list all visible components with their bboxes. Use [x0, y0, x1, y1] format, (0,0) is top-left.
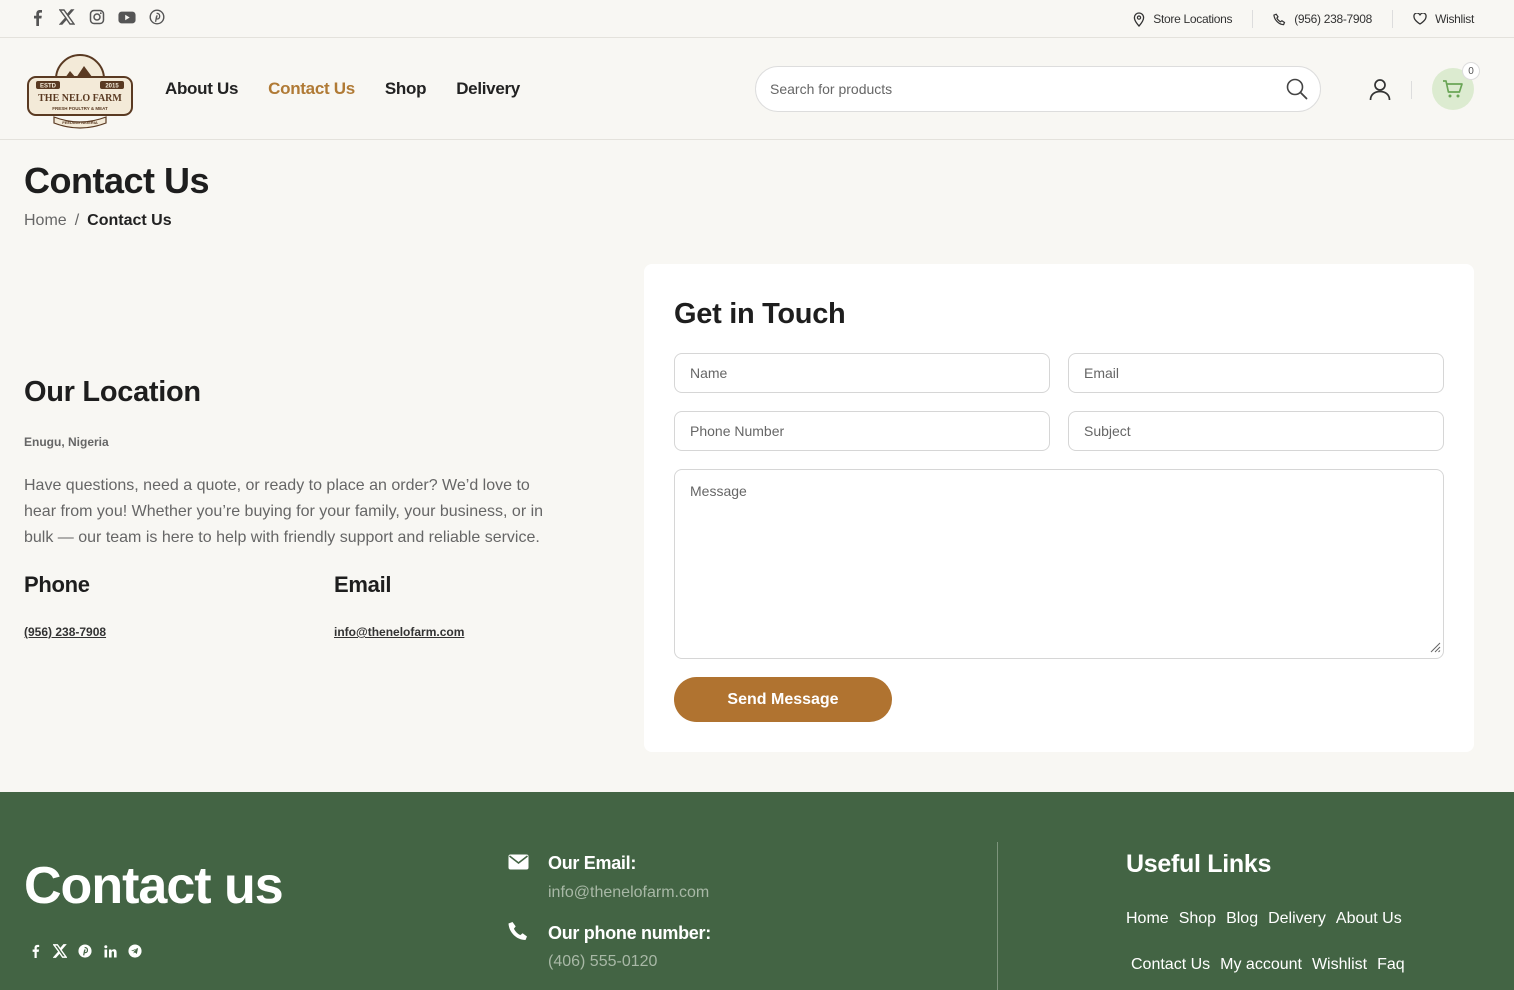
pinterest-icon[interactable] — [77, 943, 93, 959]
search-icon[interactable] — [1286, 78, 1308, 105]
nav-contact-us[interactable]: Contact Us — [268, 79, 355, 99]
message-placeholder: Message — [690, 483, 747, 499]
logo-name: THE NELO FARM — [38, 93, 122, 104]
location-description: Have questions, need a quote, or ready t… — [24, 477, 544, 546]
envelope-icon — [508, 854, 529, 875]
name-placeholder: Name — [690, 365, 728, 381]
store-locations-label: Store Locations — [1153, 12, 1233, 26]
phone-icon — [508, 921, 529, 947]
nav-shop[interactable]: Shop — [385, 79, 427, 99]
email-link[interactable]: info@thenelofarm.com — [334, 625, 464, 639]
cart-icon — [1443, 80, 1463, 98]
footer-phone-label: Our phone number: — [548, 923, 711, 943]
cart-count-badge: 0 — [1462, 62, 1480, 80]
breadcrumb-home[interactable]: Home — [24, 212, 67, 230]
name-field[interactable]: Name — [674, 353, 1050, 393]
email-placeholder: Email — [1084, 365, 1120, 381]
location-title: Our Location — [24, 376, 201, 408]
top-bar: Store Locations (956) 238-7908 Wishlist — [0, 0, 1514, 38]
footer-link-my-account[interactable]: My account — [1220, 956, 1302, 974]
phone-placeholder: Phone Number — [690, 423, 785, 439]
heart-icon — [1413, 13, 1427, 25]
x-icon[interactable] — [58, 8, 76, 26]
nav-delivery[interactable]: Delivery — [456, 79, 520, 99]
phone-number-field[interactable]: Phone Number — [674, 411, 1050, 451]
useful-links-row-1: Home Shop Blog Delivery About Us — [1126, 910, 1402, 928]
map-pin-icon — [1134, 11, 1145, 27]
footer-title: Contact us — [24, 857, 284, 915]
footer-link-blog[interactable]: Blog — [1226, 910, 1258, 928]
youtube-icon[interactable] — [118, 8, 136, 26]
email-field[interactable]: Email — [1068, 353, 1444, 393]
facebook-icon[interactable] — [28, 8, 46, 26]
pinterest-icon[interactable] — [148, 8, 166, 26]
location-city: Enugu, Nigeria — [24, 435, 109, 449]
footer-link-shop[interactable]: Shop — [1179, 910, 1216, 928]
subject-placeholder: Subject — [1084, 423, 1131, 439]
footer-social-links — [27, 943, 143, 959]
send-message-button[interactable]: Send Message — [674, 677, 892, 722]
footer-email-label: Our Email: — [548, 853, 637, 873]
logo-tagline: FRESH POULTRY & MEAT — [52, 106, 108, 111]
footer-phone-value[interactable]: (406) 555-0120 — [548, 953, 657, 971]
useful-links-title: Useful Links — [1126, 850, 1272, 878]
footer-link-delivery[interactable]: Delivery — [1268, 910, 1326, 928]
top-phone-label: (956) 238-7908 — [1294, 12, 1373, 26]
footer-link-home[interactable]: Home — [1126, 910, 1169, 928]
cart-button[interactable]: 0 — [1432, 62, 1480, 110]
logo-motto: FEEDING NIGERIA — [62, 120, 98, 125]
store-locations-link[interactable]: Store Locations — [1113, 11, 1252, 27]
main-nav: About Us Contact Us Shop Delivery — [165, 79, 520, 99]
resize-handle-icon[interactable] — [1429, 640, 1441, 656]
phone-link[interactable]: (956) 238-7908 — [24, 625, 106, 639]
footer: Contact us Our Email: info@thenelofarm.c… — [0, 792, 1514, 990]
main-header: ESTD 2015 THE NELO FARM FRESH POULTRY & … — [0, 39, 1514, 140]
x-icon[interactable] — [52, 943, 68, 959]
user-account-icon[interactable] — [1368, 77, 1392, 106]
wishlist-link[interactable]: Wishlist — [1393, 12, 1474, 26]
search-input[interactable] — [770, 67, 1270, 111]
form-title: Get in Touch — [674, 298, 846, 330]
breadcrumb-current: Contact Us — [87, 212, 172, 229]
search-bar — [755, 66, 1321, 112]
footer-link-wishlist[interactable]: Wishlist — [1312, 956, 1367, 974]
email-heading: Email — [334, 572, 392, 597]
top-phone-link[interactable]: (956) 238-7908 — [1253, 12, 1392, 26]
logo-estd: ESTD — [40, 84, 57, 90]
breadcrumb-separator: / — [74, 212, 80, 229]
phone-heading: Phone — [24, 572, 90, 597]
wishlist-label: Wishlist — [1435, 12, 1474, 26]
phone-icon — [1273, 12, 1286, 25]
top-social-links — [28, 8, 166, 26]
contact-form-card: Get in Touch Name Email Phone Number Sub… — [644, 264, 1474, 752]
footer-email-value[interactable]: info@thenelofarm.com — [548, 884, 709, 902]
message-textarea[interactable]: Message — [674, 469, 1444, 659]
instagram-icon[interactable] — [88, 8, 106, 26]
useful-links-row-2: Contact Us My account Wishlist Faq — [1131, 956, 1405, 974]
logo-year: 2015 — [105, 84, 119, 90]
nav-about-us[interactable]: About Us — [165, 79, 238, 99]
footer-link-contact-us[interactable]: Contact Us — [1131, 956, 1210, 974]
linkedin-icon[interactable] — [102, 943, 118, 959]
footer-link-faq[interactable]: Faq — [1377, 956, 1405, 974]
page-title: Contact Us — [24, 160, 210, 201]
footer-link-about-us[interactable]: About Us — [1336, 910, 1402, 928]
telegram-icon[interactable] — [127, 943, 143, 959]
facebook-icon[interactable] — [27, 943, 43, 959]
footer-divider — [997, 842, 998, 990]
subject-field[interactable]: Subject — [1068, 411, 1444, 451]
breadcrumb: Home / Contact Us — [24, 212, 172, 230]
site-logo[interactable]: ESTD 2015 THE NELO FARM FRESH POULTRY & … — [26, 47, 134, 131]
